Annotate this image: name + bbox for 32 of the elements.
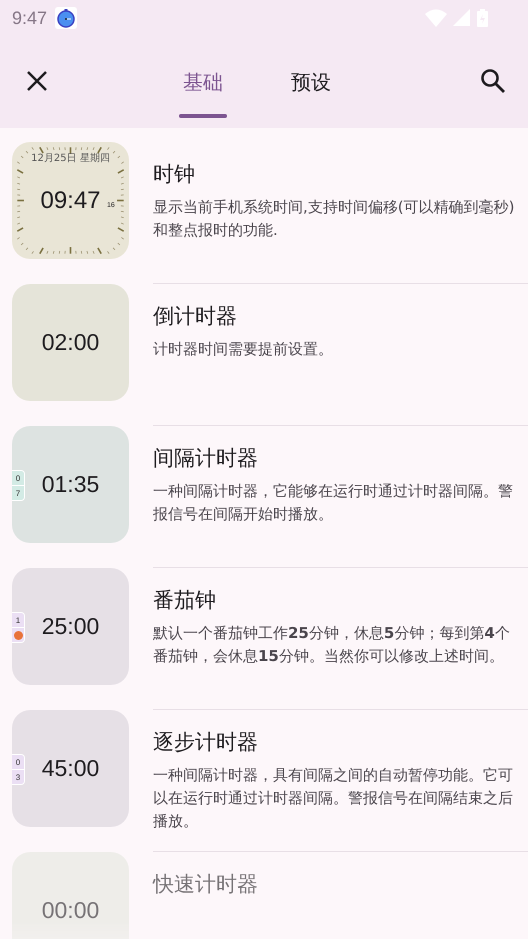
item-description: 一种间隔计时器，它能够在运行时通过计时器间隔。警报信号在间隔开始时播放。	[153, 481, 514, 525]
item-description: 一种间隔计时器，具有间隔之间的自动暂停功能。它可以在运行时通过计时器间隔。警报信号在间隔结束之后播放。	[153, 765, 514, 832]
item-title: 番茄钟	[153, 587, 217, 614]
timer-tile[interactable]: 00:00	[12, 852, 129, 939]
item-title: 时钟	[153, 161, 196, 188]
status-time: 9:47	[12, 8, 48, 28]
item-description: 计时器时间需要提前设置。	[153, 339, 334, 360]
side-counter: 0	[12, 471, 24, 485]
timer-time: 25:00	[42, 613, 100, 640]
item-description: 默认一个番茄钟工作25分钟，休息5分钟；每到第4个番茄钟，会休息15分钟。当然你可以修改上述时间。	[153, 623, 511, 667]
stopwatch-icon	[55, 7, 78, 29]
side-counter: 0	[12, 755, 24, 769]
item-title: 快速计时器	[153, 871, 259, 898]
timer-tile[interactable]: 02:00	[12, 284, 129, 401]
side-counter: 1	[12, 613, 24, 627]
timer-tile[interactable]: 0 3 45:00	[12, 710, 129, 827]
side-counter: 3	[12, 769, 24, 784]
item-title: 间隔计时器	[153, 445, 259, 472]
side-counter: 7	[12, 485, 24, 500]
timer-time: 02:00	[42, 329, 100, 356]
timer-tile[interactable]: 1 25:00	[12, 568, 129, 685]
clock-time: 09:47	[40, 186, 101, 214]
clock-date: 12月25日 星期四	[30, 152, 111, 165]
timer-time: 45:00	[42, 755, 100, 782]
item-title: 逐步计时器	[153, 729, 259, 756]
item-description: 显示当前手机系统时间,支持时间偏移(可以精确到毫秒)和整点报时的功能.	[153, 197, 516, 241]
timer-tile[interactable]: 0 7 01:35	[12, 426, 129, 543]
tab[interactable]: 预设	[277, 36, 345, 128]
item-title: 倒计时器	[153, 303, 238, 330]
timer-time: 00:00	[42, 897, 100, 924]
timer-time: 01:35	[42, 471, 100, 498]
tab[interactable]: 基础	[169, 36, 237, 128]
